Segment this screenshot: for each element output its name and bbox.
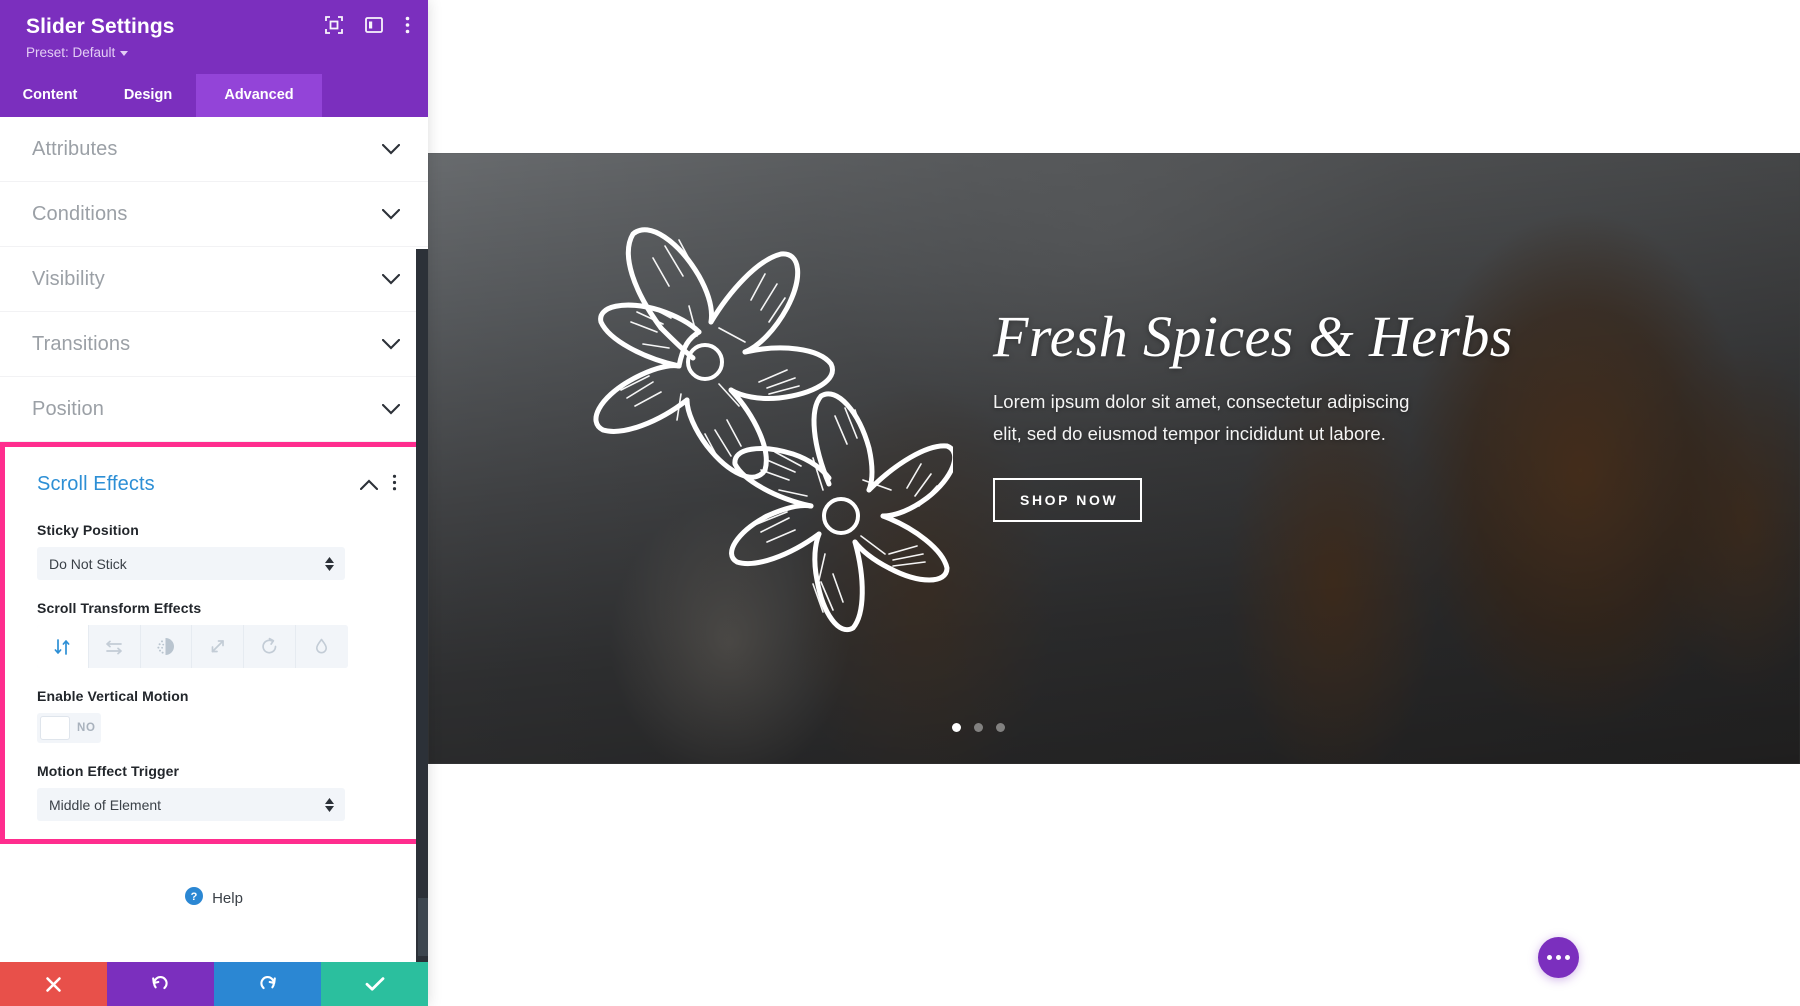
slider-pagination [952, 723, 1005, 732]
chevron-down-icon [381, 143, 401, 155]
save-button[interactable] [321, 962, 428, 1006]
accordion-label: Attributes [32, 137, 118, 160]
chevron-down-icon [381, 208, 401, 220]
tab-design[interactable]: Design [100, 74, 196, 117]
more-vertical-icon[interactable] [405, 16, 410, 34]
tab-advanced[interactable]: Advanced [196, 74, 322, 118]
accordion-attributes[interactable]: Attributes [0, 117, 428, 183]
sticky-position-field: Sticky Position Do Not Stick [5, 522, 423, 581]
slider-dot-1[interactable] [952, 723, 961, 732]
panel-layout-icon[interactable] [365, 17, 383, 33]
slide-description: Lorem ipsum dolor sit amet, consectetur … [993, 390, 1410, 445]
chevron-down-icon [381, 403, 401, 415]
shop-now-button[interactable]: SHOP NOW [993, 477, 1143, 522]
chevron-up-icon[interactable] [359, 479, 379, 491]
scroll-effects-header[interactable]: Scroll Effects [5, 447, 423, 502]
accordion-label: Conditions [32, 202, 128, 225]
fab-dot [1547, 955, 1552, 960]
enable-vertical-motion-label: Enable Vertical Motion [37, 688, 189, 705]
horizontal-motion-icon[interactable] [88, 625, 141, 669]
fab-dot [1556, 955, 1561, 960]
settings-body: Attributes Conditions Visibility Transit… [0, 117, 428, 962]
panel-scrollbar-thumb[interactable] [418, 898, 428, 956]
page-settings-fab[interactable] [1538, 937, 1579, 978]
scroll-effects-title: Scroll Effects [37, 473, 155, 496]
slide-title: Fresh Spices & Herbs [993, 304, 1513, 369]
slide-content: Fresh Spices & Herbs Lorem ipsum dolor s… [993, 305, 1653, 522]
toggle-knob [40, 716, 70, 741]
page-preview: Fresh Spices & Herbs Lorem ipsum dolor s… [428, 0, 1800, 1006]
panel-action-bar [0, 962, 428, 1006]
accordion-label: Visibility [32, 267, 105, 290]
accordion-label: Transitions [32, 332, 131, 355]
accordion-visibility[interactable]: Visibility [0, 247, 428, 313]
fab-dot [1565, 955, 1570, 960]
undo-icon [152, 975, 168, 989]
sticky-position-label: Sticky Position [37, 522, 139, 539]
slider-dot-3[interactable] [996, 723, 1005, 732]
blur-icon[interactable] [295, 625, 348, 669]
preset-label: Preset: Default [26, 45, 116, 61]
cancel-button[interactable] [0, 962, 107, 1006]
panel-header: Slider Settings Preset: Default [0, 0, 428, 75]
fade-in-out-icon[interactable] [140, 625, 193, 669]
enable-vertical-motion-toggle[interactable]: NO [37, 713, 101, 744]
sticky-position-value: Do Not Stick [49, 555, 127, 572]
scroll-transform-effects-field: Scroll Transform Effects [5, 600, 423, 669]
preset-selector[interactable]: Preset: Default [26, 45, 129, 61]
chevron-down-icon [381, 338, 401, 350]
check-icon [365, 977, 384, 991]
scroll-effects-section: Scroll Effects Sticky Position Do Not St… [0, 442, 428, 845]
scroll-transform-effects-label: Scroll Transform Effects [37, 600, 202, 617]
help-button[interactable]: ? Help [0, 844, 428, 953]
transform-effects-group [37, 625, 348, 669]
scroll-effects-header-icons [359, 474, 397, 496]
chevron-down-icon [120, 51, 129, 57]
header-icon-group [325, 16, 410, 34]
scaling-up-down-icon[interactable] [192, 625, 245, 669]
accordion-transitions[interactable]: Transitions [0, 312, 428, 378]
redo-button[interactable] [214, 962, 321, 1006]
select-spinner-icon [325, 797, 334, 812]
focus-frame-icon[interactable] [325, 16, 343, 34]
slider-settings-panel: Slider Settings Preset: Default Content … [0, 0, 428, 1006]
motion-effect-trigger-field: Motion Effect Trigger Middle of Element [5, 763, 423, 822]
panel-scrollbar[interactable] [416, 249, 428, 962]
redo-icon [260, 975, 276, 989]
settings-tabs: Content Design Advanced [0, 74, 428, 118]
motion-effect-trigger-value: Middle of Element [49, 796, 162, 813]
toggle-state-label: NO [77, 722, 96, 735]
help-label: Help [212, 889, 243, 907]
tab-content[interactable]: Content [0, 74, 100, 117]
star-anise-illustration [593, 227, 953, 633]
accordion-label: Position [32, 397, 104, 420]
slider-module[interactable]: Fresh Spices & Herbs Lorem ipsum dolor s… [428, 153, 1800, 764]
undo-button[interactable] [107, 962, 214, 1006]
rotating-icon[interactable] [244, 625, 296, 669]
chevron-down-icon [381, 273, 401, 285]
accordion-position[interactable]: Position [0, 377, 428, 443]
help-circle-icon: ? [185, 886, 204, 910]
slider-dot-2[interactable] [974, 723, 983, 732]
close-icon [46, 976, 61, 992]
more-vertical-icon[interactable] [392, 474, 397, 496]
sticky-position-select[interactable]: Do Not Stick [37, 547, 345, 581]
svg-text:?: ? [191, 891, 198, 903]
motion-effect-trigger-select[interactable]: Middle of Element [37, 788, 345, 822]
select-spinner-icon [325, 556, 334, 571]
motion-effect-trigger-label: Motion Effect Trigger [37, 763, 180, 780]
accordion-conditions[interactable]: Conditions [0, 182, 428, 248]
vertical-motion-icon[interactable] [37, 625, 89, 669]
enable-vertical-motion-field: Enable Vertical Motion NO [5, 688, 423, 744]
